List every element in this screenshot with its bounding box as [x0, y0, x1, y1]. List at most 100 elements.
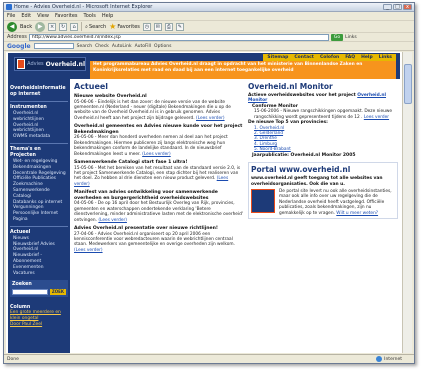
google-autolink-button[interactable]: AutoLink	[112, 44, 132, 49]
read-more-link[interactable]: (Lees verder)	[98, 218, 127, 223]
main-heading: Actueel	[74, 82, 109, 91]
google-toolbar: Google Search Check AutoLink AutoFill Op…	[4, 42, 414, 51]
menu-view[interactable]: View	[37, 13, 49, 19]
address-input[interactable]	[28, 33, 329, 41]
history-icon[interactable]: ◷	[142, 22, 151, 31]
top-nav-sitemap[interactable]: Sitemap	[267, 55, 288, 60]
search-label: Zoeken	[12, 282, 32, 288]
google-autofill-button[interactable]: AutoFill	[135, 44, 151, 49]
links-label[interactable]: Links	[345, 35, 357, 40]
sidebar-item[interactable]: Overheid.nl webrichtlijnen	[10, 111, 68, 123]
menu-help[interactable]: Help	[102, 13, 113, 19]
sidebar-heading-themas[interactable]: Thema's en Projecten	[10, 147, 68, 159]
monitor-heading: Overheid.nl Monitor	[248, 82, 333, 91]
portal-heading: Portal www.overheid.nl	[251, 165, 351, 175]
google-logo: Google	[7, 42, 31, 50]
monitor-bullet-body: 15-06-2006 - Nieuwe rangschikkingen opge…	[248, 109, 398, 120]
favorites-toolbar-button[interactable]: ★ Favorites	[109, 22, 140, 31]
minimize-button[interactable]: _	[383, 4, 392, 10]
logo-mark-icon	[17, 59, 26, 69]
top-nav-help[interactable]: Help	[361, 55, 373, 60]
window-controls: _ □ x	[383, 4, 414, 10]
column-author-link[interactable]: Door Paul Zeel	[10, 322, 68, 328]
search-icon: ⌕	[85, 23, 88, 30]
portal-more-link[interactable]: Wilt u meer weten?	[336, 211, 378, 216]
read-more-link[interactable]: (Lees verder)	[196, 116, 225, 121]
read-more-link[interactable]: (Lees verder)	[142, 152, 171, 157]
sidebar-divider	[10, 142, 68, 144]
close-button[interactable]: x	[403, 4, 412, 10]
menu-bar: File Edit View Favorites Tools Help	[4, 12, 414, 20]
sidebar-item[interactable]: Nieuwsbrief - Abonnement	[10, 253, 68, 265]
maximize-button[interactable]: □	[393, 4, 402, 10]
monitor-intro: Actieve overheidswebsites voor het proje…	[248, 93, 398, 104]
main-content: Actueel Nieuwe website Overheid.nl 05-06…	[74, 82, 244, 352]
top-nav-contact[interactable]: Contact	[294, 55, 314, 60]
sidebar-item[interactable]: OWMS metadata	[10, 134, 68, 140]
google-search-input[interactable]	[33, 43, 74, 49]
favorites-toolbar-label: Favorites	[117, 23, 140, 30]
menu-file[interactable]: File	[7, 13, 15, 19]
vertical-scrollbar[interactable]	[402, 52, 412, 353]
google-options-button[interactable]: Options	[154, 44, 171, 49]
refresh-icon[interactable]: ↻	[59, 22, 68, 31]
top-nav-links[interactable]: Links	[379, 55, 392, 60]
sidebar-heading-overheidsinformatie[interactable]: Overheidsinformatie op internet	[10, 86, 68, 98]
banner-text: Het programmabureau Advies Overheid.nl d…	[90, 61, 396, 79]
search-toolbar-button[interactable]: ⌕ Search	[85, 24, 106, 30]
title-bar: Home - Advies Overheid.nl - Microsoft In…	[4, 3, 414, 12]
sidebar: Overheidsinformatie op internet Instrume…	[8, 79, 70, 353]
menu-tools[interactable]: Tools	[84, 13, 96, 19]
column-link[interactable]: Een grote meerdere en klein ongetal	[10, 310, 68, 322]
mail-icon[interactable]: ✉	[153, 22, 162, 31]
sidebar-item[interactable]: Overheid.nl webrichtlijnen	[10, 123, 68, 135]
stop-icon[interactable]: ×	[48, 22, 57, 31]
article-title[interactable]: Manifest van advies ontwikkeling voor sa…	[74, 190, 244, 201]
article-title[interactable]: Overheid.nl gemeentes en Advies nieuwe k…	[74, 124, 244, 135]
menu-edit[interactable]: Edit	[21, 13, 31, 19]
search-toolbar-label: Search	[88, 23, 107, 30]
monitor-read-more-link[interactable]: Lees verder	[364, 115, 389, 120]
sidebar-divider	[10, 101, 68, 102]
forward-button[interactable]: ▶	[35, 21, 46, 32]
column-box: Column Een grote meerdere en klein onget…	[10, 305, 68, 327]
google-search-button[interactable]: Search	[77, 44, 92, 49]
top-nav-colofon[interactable]: Colofon	[320, 55, 339, 60]
back-label[interactable]: Back	[20, 24, 32, 30]
back-button[interactable]: ◀	[7, 21, 17, 32]
portal-sub: www.overheid.nl geeft toegang tot alle w…	[251, 176, 383, 187]
menu-favorites[interactable]: Favorites	[55, 13, 78, 19]
site-search-input[interactable]	[12, 289, 48, 296]
article-body: 26-05-06 - Meer dan honderd overheden ne…	[74, 135, 244, 157]
browser-window: Home - Advies Overheid.nl - Microsoft In…	[3, 2, 415, 364]
search-row: ZOEK	[12, 289, 66, 296]
address-bar: Address Go Links	[4, 33, 414, 42]
article-text: 15-05-06 - Met het bereiken van het resu…	[74, 165, 241, 182]
window-title: Home - Advies Overheid.nl - Microsoft In…	[14, 4, 153, 10]
scrollbar-thumb[interactable]	[404, 64, 412, 104]
status-bar: Done Internet	[4, 354, 414, 363]
read-more-link[interactable]: (Lees verder)	[74, 248, 103, 253]
sidebar-item[interactable]: Samenwerkende Catalogi	[10, 188, 68, 200]
logo-prefix: Advies	[27, 61, 44, 67]
portal-image[interactable]	[251, 189, 275, 214]
sidebar-item[interactable]: Persoonlijke Internet Pagina	[10, 211, 68, 223]
go-button[interactable]: Go	[330, 33, 344, 41]
zone-label: Internet	[384, 356, 402, 362]
top-nav-faq[interactable]: FAQ	[345, 55, 355, 60]
status-text: Done	[7, 356, 19, 362]
page-viewport: Advies Overheid.nl Sitemap Contact Colof…	[6, 52, 402, 353]
globe-icon	[376, 356, 383, 362]
standard-toolbar: ◀ Back ▶ × ↻ ⌂ ⌕ Search ★ Favorites ◷ ✉ …	[4, 20, 414, 33]
sidebar-divider	[10, 225, 68, 227]
site-search-button[interactable]: ZOEK	[49, 289, 66, 296]
right-column: Overheid.nl Monitor Actieve overheidsweb…	[248, 82, 398, 352]
article-body: 15-05-06 - Met het bereiken van het resu…	[74, 166, 244, 188]
jaarpublicatie-link[interactable]: Jaarpublicatie: Overheid.nl Monitor 2005	[248, 153, 398, 159]
sidebar-item[interactable]: Vacatures	[10, 271, 68, 277]
home-icon[interactable]: ⌂	[70, 22, 79, 31]
edit-icon[interactable]: ✎	[175, 22, 184, 31]
google-check-button[interactable]: Check	[95, 44, 109, 49]
site-logo[interactable]: Advies Overheid.nl	[14, 57, 86, 71]
print-icon[interactable]: ⎙	[164, 22, 173, 31]
